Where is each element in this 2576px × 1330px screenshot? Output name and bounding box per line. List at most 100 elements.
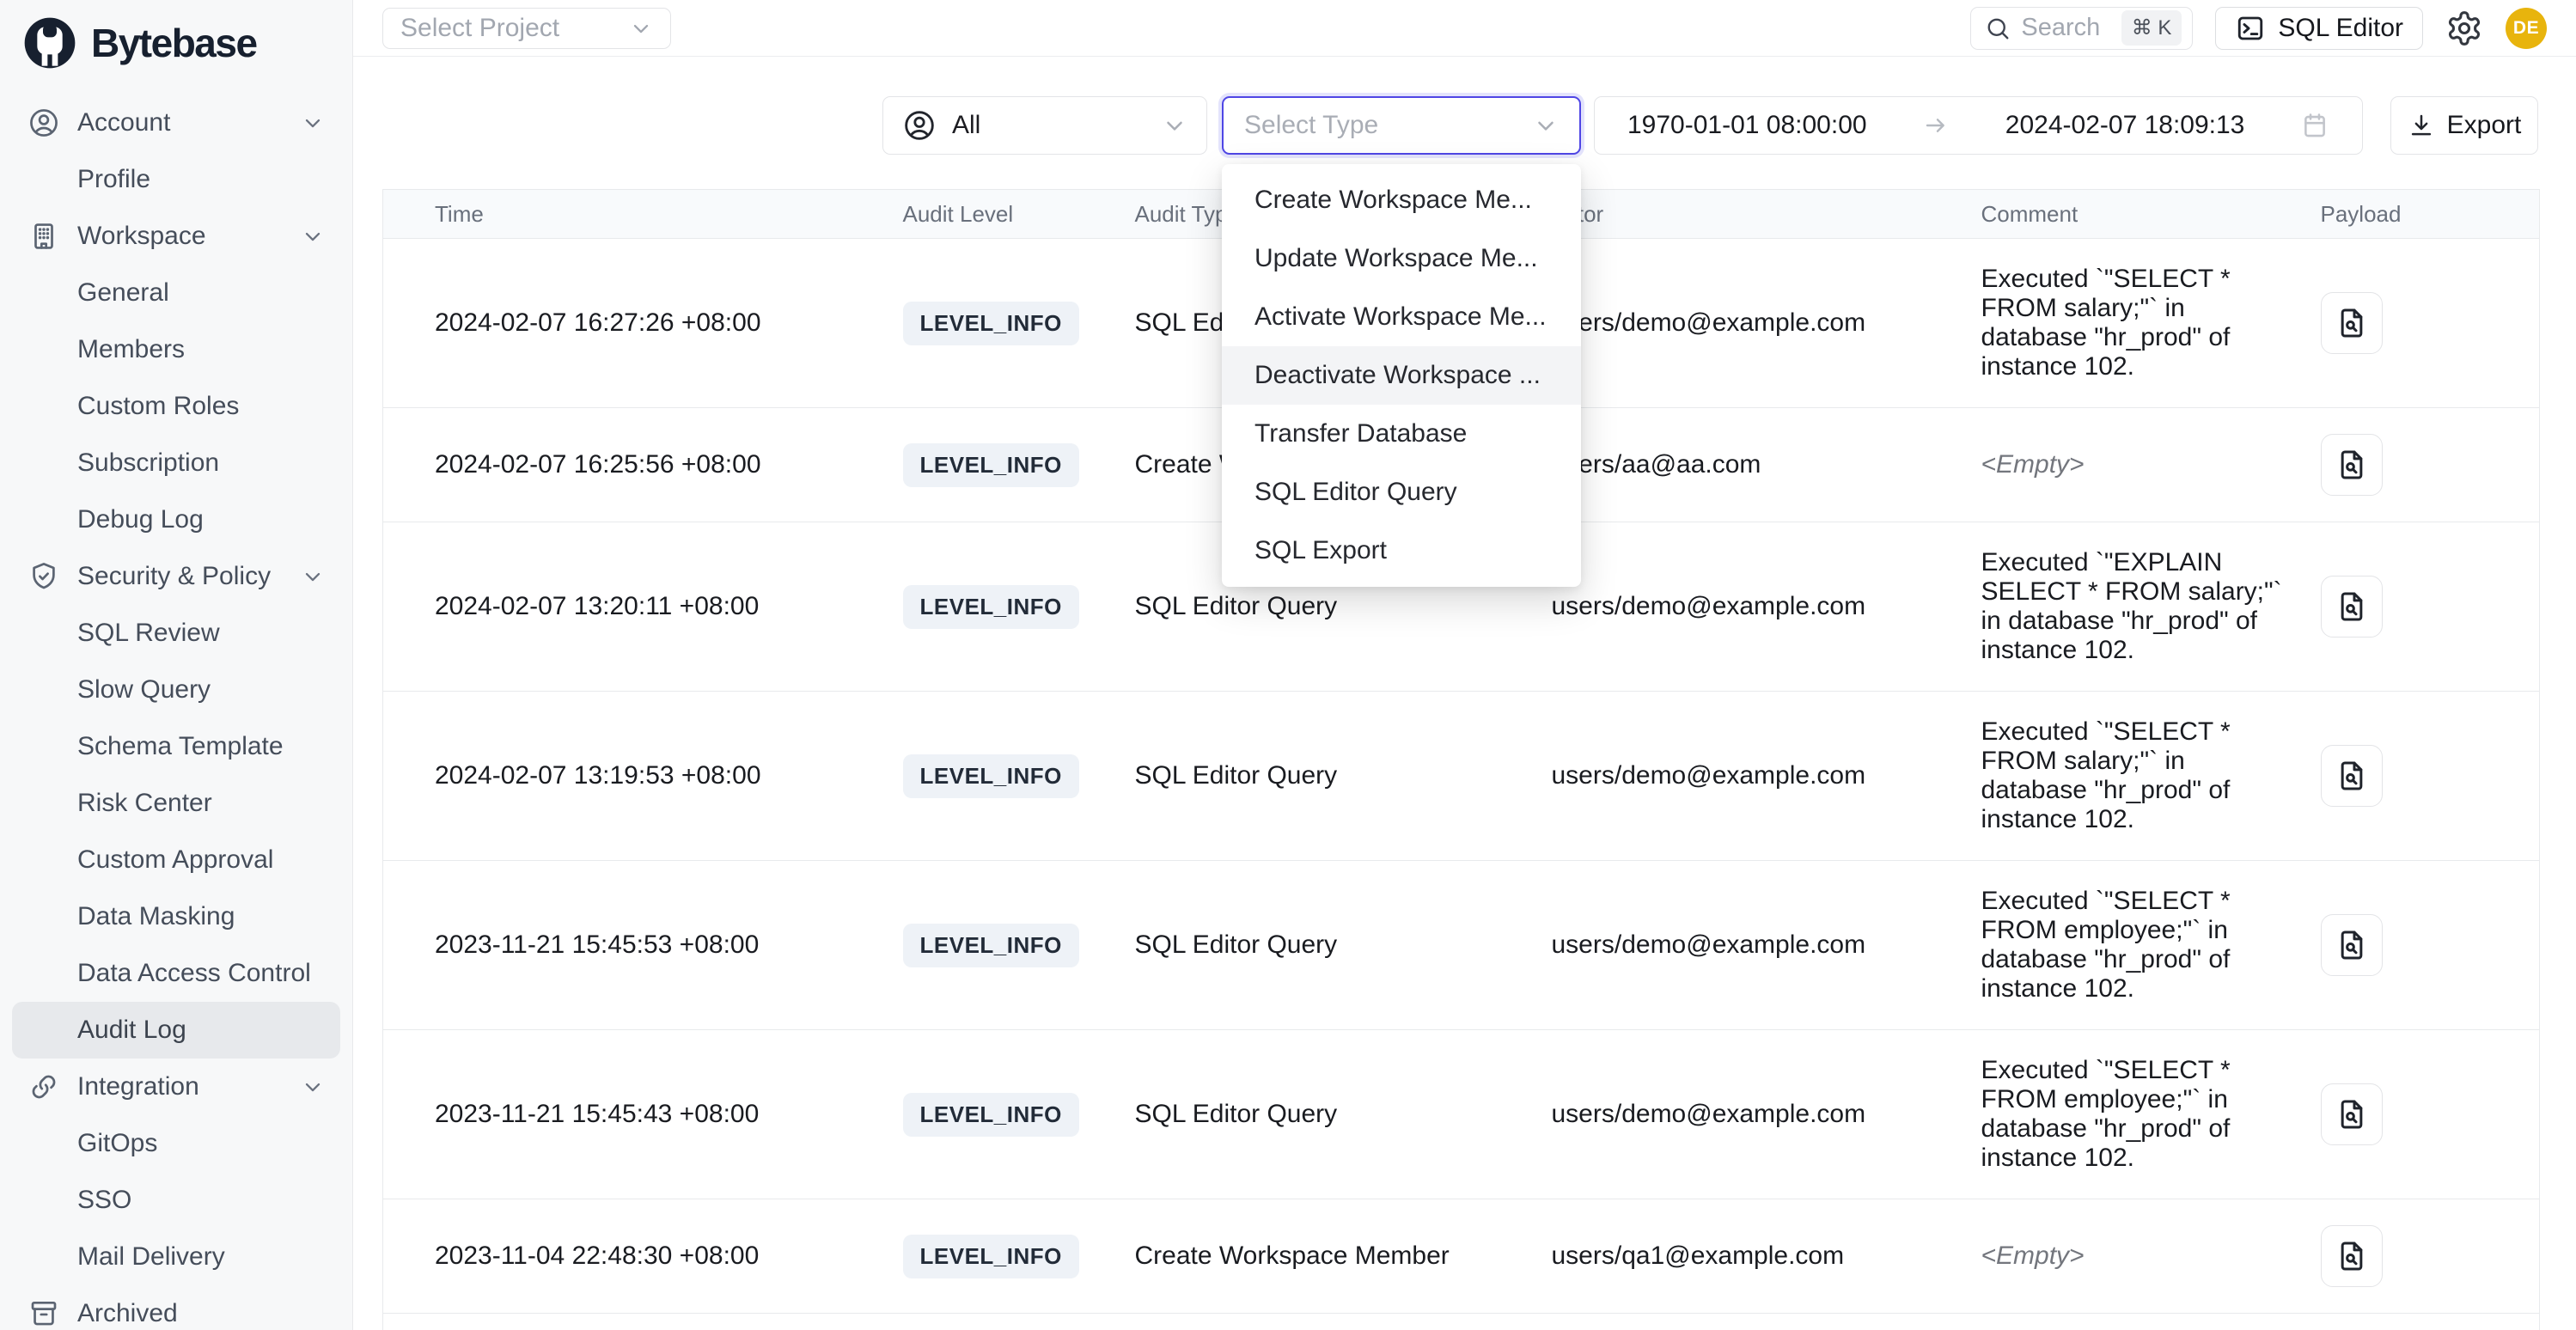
- sidebar-item-archived[interactable]: Archived: [12, 1285, 340, 1330]
- main-content: Select Project Search ⌘ K SQL Editor DE: [353, 0, 2576, 1330]
- archive-icon: [27, 1297, 60, 1330]
- sidebar-item-security-policy[interactable]: Security & Policy: [12, 548, 340, 605]
- cell-actor: users/qa1@example.com: [1552, 1199, 1981, 1314]
- cell-time: 2024-02-07 13:19:53 +08:00: [383, 692, 903, 861]
- sidebar-nav: Account Profile Workspace General Member…: [0, 86, 352, 1330]
- cell-actor: users/demo@example.com: [1552, 861, 1981, 1030]
- chevron-down-icon: [301, 1075, 325, 1099]
- sidebar-item-custom-approval[interactable]: Custom Approval: [12, 832, 340, 888]
- topbar-right: Search ⌘ K SQL Editor DE: [1970, 7, 2547, 50]
- level-badge: LEVEL_INFO: [903, 443, 1079, 487]
- file-search-icon: [2335, 589, 2369, 624]
- actor-filter-value: All: [952, 111, 980, 140]
- search-input[interactable]: Search ⌘ K: [1970, 7, 2193, 50]
- type-filter-placeholder: Select Type: [1244, 111, 1378, 140]
- sidebar-item-account[interactable]: Account: [12, 95, 340, 151]
- cell-comment: <Empty>: [1981, 1199, 2321, 1314]
- chevron-down-icon: [301, 224, 325, 248]
- sidebar-item-debug-log[interactable]: Debug Log: [12, 491, 340, 548]
- chevron-down-icon: [1533, 113, 1559, 138]
- cell-audit-level: LEVEL_INFO: [903, 1030, 1135, 1199]
- export-button[interactable]: Export: [2390, 96, 2538, 155]
- level-badge: LEVEL_INFO: [903, 754, 1079, 798]
- terminal-icon: [2235, 13, 2266, 44]
- type-option-sql-editor-query[interactable]: SQL Editor Query: [1222, 463, 1581, 522]
- bytebase-logo[interactable]: Bytebase: [0, 0, 352, 86]
- cell-audit-type: SQL Editor Query: [1135, 861, 1552, 1030]
- payload-view-button[interactable]: [2321, 434, 2383, 496]
- building-icon: [27, 220, 60, 253]
- level-badge: LEVEL_INFO: [903, 302, 1079, 345]
- type-option-sql-export[interactable]: SQL Export: [1222, 522, 1581, 580]
- payload-view-button[interactable]: [2321, 576, 2383, 638]
- sidebar-item-risk-center[interactable]: Risk Center: [12, 775, 340, 832]
- date-range-picker[interactable]: 1970-01-01 08:00:00 2024-02-07 18:09:13: [1594, 96, 2363, 155]
- date-range-end[interactable]: 2024-02-07 18:09:13: [2005, 111, 2245, 140]
- level-badge: LEVEL_INFO: [903, 1235, 1079, 1278]
- chevron-down-icon: [301, 564, 325, 589]
- search-placeholder: Search: [2021, 14, 2110, 42]
- type-filter-select[interactable]: Select Type: [1222, 96, 1581, 155]
- download-icon: [2408, 112, 2435, 139]
- cell-time: 2023-11-21 15:45:53 +08:00: [383, 861, 903, 1030]
- sidebar-item-data-access-control[interactable]: Data Access Control: [12, 945, 340, 1002]
- sidebar-item-workspace[interactable]: Workspace: [12, 208, 340, 265]
- level-badge: LEVEL_INFO: [903, 1093, 1079, 1137]
- level-badge: LEVEL_INFO: [903, 924, 1079, 967]
- avatar[interactable]: DE: [2506, 8, 2547, 49]
- cell-payload: [2321, 522, 2540, 692]
- project-select[interactable]: Select Project: [382, 8, 671, 49]
- sidebar: Bytebase Account Profile Workspace Gener…: [0, 0, 353, 1330]
- brand-wordmark: Bytebase: [91, 20, 257, 66]
- cell-comment: Executed `"SELECT * FROM employee;"` in …: [1981, 1030, 2321, 1199]
- sidebar-item-members[interactable]: Members: [12, 321, 340, 378]
- sidebar-item-audit-log[interactable]: Audit Log: [12, 1002, 340, 1059]
- sidebar-item-slow-query[interactable]: Slow Query: [12, 662, 340, 718]
- gear-icon[interactable]: [2445, 9, 2483, 47]
- cell-audit-level: LEVEL_INFO: [903, 239, 1135, 408]
- sql-editor-button[interactable]: SQL Editor: [2215, 7, 2423, 50]
- topbar: Select Project Search ⌘ K SQL Editor DE: [353, 0, 2576, 57]
- sidebar-item-gitops[interactable]: GitOps: [12, 1115, 340, 1172]
- payload-view-button[interactable]: [2321, 1083, 2383, 1145]
- col-header-payload: Payload: [2321, 190, 2540, 239]
- cell-comment: Executed `"SELECT * FROM department;"` i…: [1981, 1314, 2321, 1330]
- col-header-comment: Comment: [1981, 190, 2321, 239]
- sidebar-item-integration[interactable]: Integration: [12, 1059, 340, 1115]
- type-option-create-workspace-member[interactable]: Create Workspace Me...: [1222, 171, 1581, 229]
- payload-view-button[interactable]: [2321, 292, 2383, 354]
- payload-view-button[interactable]: [2321, 1225, 2383, 1287]
- payload-view-button[interactable]: [2321, 745, 2383, 807]
- user-circle-icon: [27, 107, 60, 139]
- project-select-placeholder: Select Project: [400, 14, 559, 43]
- col-header-audit-level: Audit Level: [903, 190, 1135, 239]
- cell-audit-type: SQL Editor Query: [1135, 1314, 1552, 1330]
- cell-payload: [2321, 692, 2540, 861]
- date-range-start[interactable]: 1970-01-01 08:00:00: [1627, 111, 1867, 140]
- payload-view-button[interactable]: [2321, 914, 2383, 976]
- cell-payload: [2321, 1199, 2540, 1314]
- sidebar-item-sql-review[interactable]: SQL Review: [12, 605, 340, 662]
- table-row: 2023-11-04 22:48:30 +08:00 LEVEL_INFO Cr…: [383, 1199, 2540, 1314]
- sidebar-item-schema-template[interactable]: Schema Template: [12, 718, 340, 775]
- type-option-deactivate-workspace-member[interactable]: Deactivate Workspace ...: [1222, 346, 1581, 405]
- sidebar-item-data-masking[interactable]: Data Masking: [12, 888, 340, 945]
- cell-audit-type: SQL Editor Query: [1135, 692, 1552, 861]
- sidebar-item-general[interactable]: General: [12, 265, 340, 321]
- file-search-icon: [2335, 928, 2369, 962]
- cell-audit-level: LEVEL_INFO: [903, 1199, 1135, 1314]
- type-option-activate-workspace-member[interactable]: Activate Workspace Me...: [1222, 288, 1581, 346]
- cell-time: 2023-11-04 21:26:24 +08:00: [383, 1314, 903, 1330]
- type-option-transfer-database[interactable]: Transfer Database: [1222, 405, 1581, 463]
- actor-filter-select[interactable]: All: [882, 96, 1207, 155]
- sidebar-item-custom-roles[interactable]: Custom Roles: [12, 378, 340, 435]
- sidebar-item-mail-delivery[interactable]: Mail Delivery: [12, 1229, 340, 1285]
- sidebar-item-sso[interactable]: SSO: [12, 1172, 340, 1229]
- sidebar-item-subscription[interactable]: Subscription: [12, 435, 340, 491]
- file-search-icon: [2335, 1239, 2369, 1273]
- search-icon: [1985, 15, 2011, 41]
- type-option-update-workspace-member[interactable]: Update Workspace Me...: [1222, 229, 1581, 288]
- file-search-icon: [2335, 448, 2369, 482]
- sidebar-item-profile[interactable]: Profile: [12, 151, 340, 208]
- type-filter-dropdown: Create Workspace Me... Update Workspace …: [1222, 164, 1581, 587]
